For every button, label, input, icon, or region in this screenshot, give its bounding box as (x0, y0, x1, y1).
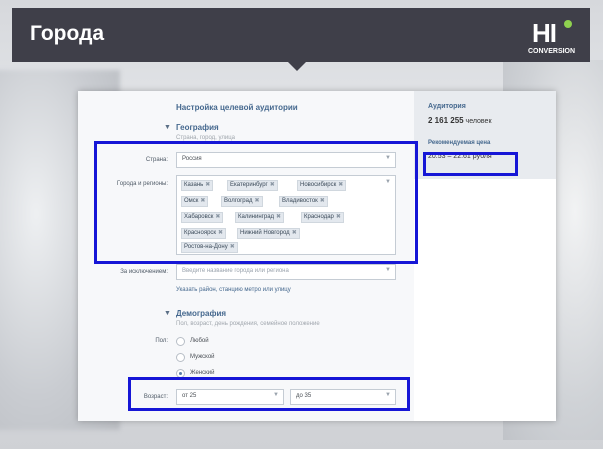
chevron-down-icon: ▼ (385, 267, 391, 273)
audience-unit: человек (465, 118, 492, 125)
gender-radio-any[interactable] (176, 337, 185, 346)
caret-down-icon[interactable]: ▼ (164, 310, 171, 317)
demography-hint: Пол, возраст, день рождения, семейное по… (176, 321, 320, 327)
except-placeholder: Введите название города или региона (182, 268, 289, 274)
price-title: Рекомендуемая цена (428, 140, 491, 146)
audience-count: 2 161 255 (428, 116, 464, 125)
highlight-geo-box (94, 141, 418, 264)
geo-section-title[interactable]: География (176, 123, 219, 132)
header-pointer (288, 62, 306, 71)
hi-conversion-logo: HI CONVERSION (528, 18, 580, 60)
logo-dot (564, 20, 572, 28)
district-link[interactable]: Указать район, станцию метро или улицу (176, 287, 291, 293)
slide-header: Города HI CONVERSION (12, 8, 590, 62)
gender-option-label: Любой (190, 338, 209, 344)
except-input[interactable]: Введите название города или региона ▼ (176, 264, 396, 280)
highlight-price-box (423, 152, 518, 176)
slide-title: Города (30, 22, 105, 45)
highlight-age-box (128, 377, 410, 411)
audience-title: Аудитория (428, 103, 466, 110)
gender-radio-male[interactable] (176, 353, 185, 362)
demography-section-title[interactable]: Демография (176, 309, 226, 318)
logo-subtext: CONVERSION (528, 48, 576, 55)
logo-text: HI (532, 18, 557, 48)
caret-down-icon[interactable]: ▼ (164, 124, 171, 131)
gender-label: Пол: (155, 338, 168, 344)
except-label: За исключением: (120, 269, 168, 275)
audience-value-row: 2 161 255 человек (428, 116, 492, 125)
form-title: Настройка целевой аудитории (176, 103, 298, 112)
gender-option-label: Женский (190, 370, 215, 376)
gender-option-label: Мужской (190, 354, 215, 360)
